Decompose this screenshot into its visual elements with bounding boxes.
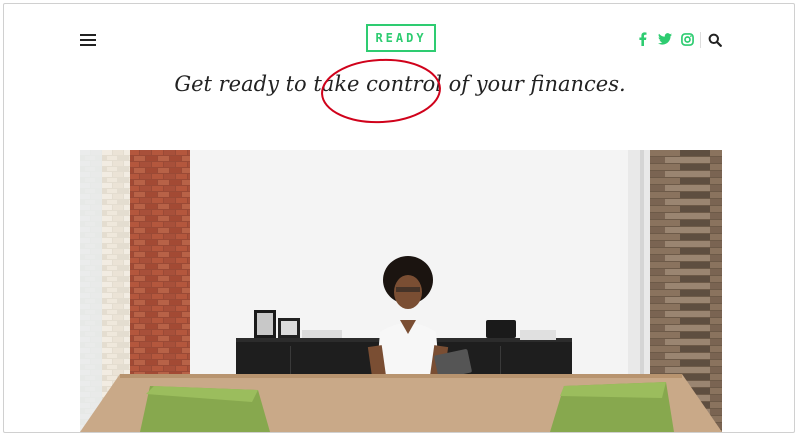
instagram-icon[interactable] (680, 32, 694, 46)
site-logo[interactable]: READY (366, 24, 436, 52)
facebook-icon[interactable] (636, 32, 650, 46)
header-divider (700, 32, 701, 48)
twitter-icon[interactable] (658, 32, 672, 46)
search-icon[interactable] (708, 33, 722, 47)
hamburger-menu-icon[interactable] (80, 34, 96, 46)
red-circle-annotation (321, 58, 441, 124)
social-links (636, 32, 694, 46)
hero-image (80, 150, 722, 432)
